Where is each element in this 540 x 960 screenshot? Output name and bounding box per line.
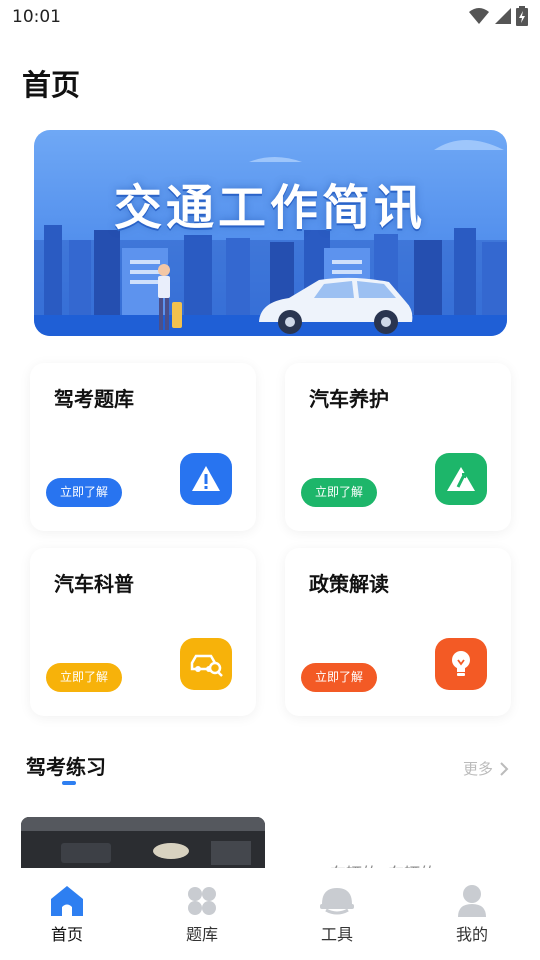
card-title: 政策解读 bbox=[309, 572, 389, 596]
card-car-science[interactable]: 汽车科普 立即了解 bbox=[30, 548, 256, 716]
tab-question-bank[interactable]: 题库 bbox=[162, 884, 242, 945]
card-title: 驾考题库 bbox=[54, 387, 134, 411]
bottom-tab-bar: 首页 题库 工具 我的 bbox=[0, 868, 540, 960]
section-underline bbox=[62, 781, 76, 785]
helmet-icon bbox=[320, 884, 354, 918]
tab-label: 题库 bbox=[185, 925, 218, 944]
section-title: 驾考练习 bbox=[26, 755, 106, 779]
more-label: 更多 bbox=[463, 760, 494, 778]
user-icon bbox=[455, 884, 489, 918]
wifi-icon bbox=[469, 8, 489, 24]
card-exam-bank[interactable]: 驾考题库 立即了解 bbox=[30, 363, 256, 531]
tab-label: 我的 bbox=[455, 925, 488, 944]
road-icon bbox=[435, 453, 487, 505]
tab-tools[interactable]: 工具 bbox=[297, 884, 377, 945]
card-policy-reading[interactable]: 政策解读 立即了解 bbox=[285, 548, 511, 716]
learn-more-button[interactable]: 立即了解 bbox=[46, 478, 123, 507]
chevron-right-icon bbox=[500, 761, 509, 776]
home-icon bbox=[50, 884, 84, 918]
tab-label: 首页 bbox=[50, 925, 83, 944]
status-time: 10:01 bbox=[12, 7, 61, 27]
card-title: 汽车科普 bbox=[54, 572, 134, 596]
battery-icon bbox=[516, 6, 528, 26]
signal-icon bbox=[495, 8, 511, 24]
lightbulb-icon bbox=[435, 638, 487, 690]
banner-title: 交通工作简讯 bbox=[113, 180, 426, 236]
learn-more-button[interactable]: 立即了解 bbox=[301, 478, 378, 507]
card-car-maintenance[interactable]: 汽车养护 立即了解 bbox=[285, 363, 511, 531]
warning-icon bbox=[180, 453, 232, 505]
more-link[interactable]: 更多 bbox=[463, 758, 509, 779]
tab-label: 工具 bbox=[320, 925, 353, 944]
tab-home[interactable]: 首页 bbox=[27, 884, 107, 945]
grid-icon bbox=[185, 884, 219, 918]
page-title: 首页 bbox=[22, 68, 81, 102]
card-title: 汽车养护 bbox=[309, 387, 389, 411]
status-bar: 10:01 bbox=[0, 0, 540, 34]
car-search-icon bbox=[180, 638, 232, 690]
status-icons bbox=[468, 6, 528, 26]
learn-more-button[interactable]: 立即了解 bbox=[301, 663, 378, 692]
learn-more-button[interactable]: 立即了解 bbox=[46, 663, 123, 692]
tab-profile[interactable]: 我的 bbox=[432, 884, 512, 945]
